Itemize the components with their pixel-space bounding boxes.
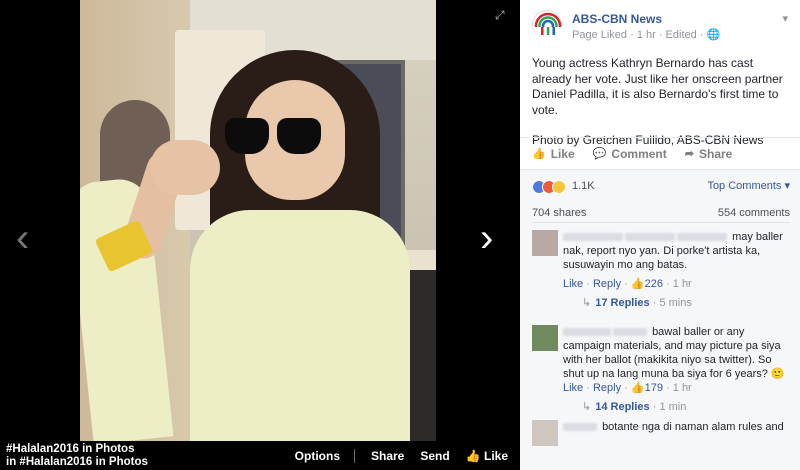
comment-item: may baller nak, report nyo yan. Di porke… bbox=[532, 230, 790, 320]
post-meta-text: Page Liked · 1 hr · Edited · bbox=[572, 29, 707, 41]
top-comments-dropdown[interactable]: Top Comments ▾ bbox=[707, 179, 790, 192]
replies-count[interactable]: 17 Replies bbox=[595, 297, 649, 309]
like-label: Like bbox=[483, 449, 508, 463]
abs-cbn-logo-icon[interactable] bbox=[532, 10, 563, 41]
comment-item: bawal baller or any campaign materials, … bbox=[532, 325, 790, 420]
replies-time: 5 mins bbox=[659, 297, 692, 309]
globe-icon: 🌐 bbox=[706, 29, 721, 41]
post-comment-button[interactable]: 💬 Comment bbox=[593, 147, 667, 161]
comment-reply-link[interactable]: Reply bbox=[593, 382, 621, 394]
comment-item: botante nga di naman alam rules and bbox=[532, 420, 790, 460]
thumbs-up-icon: 👍 bbox=[630, 278, 645, 290]
post-text-body: Young actress Kathryn Bernardo has cast … bbox=[532, 56, 783, 117]
comment-body: may baller nak, report nyo yan. Di porke… bbox=[563, 230, 789, 272]
divider bbox=[354, 449, 355, 463]
comment-time: 1 hr bbox=[672, 278, 692, 290]
replies-count[interactable]: 14 Replies bbox=[595, 401, 649, 413]
fullscreen-expand-icon[interactable]: ⤢ bbox=[495, 8, 509, 22]
reply-arrow-icon: ↳ bbox=[582, 297, 592, 309]
comment-like-link[interactable]: Like bbox=[563, 382, 583, 394]
commenter-name-redacted[interactable] bbox=[563, 328, 611, 337]
album-hashtag[interactable]: #Halalan2016 bbox=[6, 443, 79, 455]
photo-subject-shirt bbox=[190, 210, 410, 441]
comment-text: botante nga di naman alam rules and bbox=[602, 421, 784, 433]
avatar[interactable] bbox=[532, 325, 558, 351]
comment-body: botante nga di naman alam rules and bbox=[563, 420, 789, 434]
album-subtitle-suffix: in Photos bbox=[92, 456, 148, 468]
post-header: ABS-CBN News Page Liked · 1 hr · Edited … bbox=[532, 10, 792, 46]
like-button[interactable]: 👍 Like bbox=[466, 449, 508, 463]
album-title-suffix: in Photos bbox=[78, 443, 135, 455]
send-button[interactable]: Send bbox=[420, 449, 449, 463]
comment-like-count[interactable]: 226 bbox=[645, 278, 663, 290]
photo-viewer: ‹ › ⤢ #Halalan2016 in Photos in #Halalan… bbox=[0, 0, 520, 470]
next-photo-arrow-icon[interactable]: › bbox=[480, 218, 493, 258]
album-subtitle: in #Halalan2016 in Photos bbox=[6, 456, 148, 468]
reply-arrow-icon: ↳ bbox=[582, 401, 592, 413]
photo[interactable] bbox=[80, 0, 436, 441]
comment-replies[interactable]: ↳ 17 Replies · 5 mins bbox=[582, 296, 692, 309]
comment-replies[interactable]: ↳ 14 Replies · 1 min bbox=[582, 400, 686, 413]
comment-time: 1 hr bbox=[672, 382, 692, 394]
thumbs-up-icon: 👍 bbox=[630, 382, 645, 394]
post-like-label: Like bbox=[550, 146, 575, 161]
post-share-button[interactable]: ➦ Share bbox=[685, 147, 733, 161]
comments-count[interactable]: 554 comments bbox=[718, 207, 790, 219]
thumbs-up-icon: 👍 bbox=[532, 148, 546, 160]
photo-subject-fist bbox=[150, 140, 220, 195]
post-panel: ABS-CBN News Page Liked · 1 hr · Edited … bbox=[520, 0, 800, 470]
comment-links: Like · Reply · 👍179 · 1 hr bbox=[563, 382, 692, 394]
page-name-link[interactable]: ABS-CBN News bbox=[572, 12, 662, 26]
previous-photo-arrow-icon[interactable]: ‹ bbox=[16, 218, 29, 258]
share-button[interactable]: Share bbox=[371, 449, 404, 463]
album-title[interactable]: #Halalan2016 in Photos bbox=[6, 443, 134, 455]
comments-section: 1.1K Top Comments ▾ 704 shares 554 comme… bbox=[520, 169, 800, 470]
viewer-actions: Options Share Send 👍 Like bbox=[279, 449, 508, 463]
album-subtitle-prefix: in bbox=[6, 456, 20, 468]
commenter-name-redacted[interactable] bbox=[563, 233, 623, 242]
commenter-name-redacted[interactable] bbox=[563, 423, 597, 432]
shares-count[interactable]: 704 shares bbox=[532, 207, 586, 219]
comment-bubble-icon: 💬 bbox=[592, 148, 607, 160]
post-meta: Page Liked · 1 hr · Edited · 🌐 bbox=[572, 28, 720, 41]
reaction-count[interactable]: 1.1K bbox=[572, 180, 595, 192]
post-like-button[interactable]: 👍 Like bbox=[532, 147, 575, 161]
comment-like-link[interactable]: Like bbox=[563, 278, 583, 290]
comment-reply-link[interactable]: Reply bbox=[593, 278, 621, 290]
shares-row: 704 shares 554 comments bbox=[532, 205, 790, 223]
post-comment-label: Comment bbox=[611, 146, 667, 161]
avatar[interactable] bbox=[532, 230, 558, 256]
avatar[interactable] bbox=[532, 420, 558, 446]
post-action-row: 👍 Like 💬 Comment ➦ Share bbox=[520, 137, 800, 169]
comment-like-count[interactable]: 179 bbox=[645, 382, 663, 394]
haha-reaction-icon bbox=[552, 180, 566, 194]
post-share-label: Share bbox=[698, 146, 733, 161]
comment-links: Like · Reply · 👍226 · 1 hr bbox=[563, 278, 692, 290]
share-arrow-icon: ➦ bbox=[684, 148, 694, 160]
photo-sunglasses bbox=[225, 118, 325, 158]
options-button[interactable]: Options bbox=[295, 449, 340, 463]
replies-time: 1 min bbox=[659, 401, 687, 413]
post-options-chevron-icon[interactable]: ▾ bbox=[782, 12, 788, 25]
album-bar: #Halalan2016 in Photos in #Halalan2016 i… bbox=[0, 441, 520, 470]
thumbs-up-icon: 👍 bbox=[465, 449, 484, 463]
reactions-row: 1.1K Top Comments ▾ bbox=[532, 178, 790, 198]
comment-body: bawal baller or any campaign materials, … bbox=[563, 325, 789, 381]
album-hashtag-2[interactable]: #Halalan2016 bbox=[19, 456, 92, 468]
